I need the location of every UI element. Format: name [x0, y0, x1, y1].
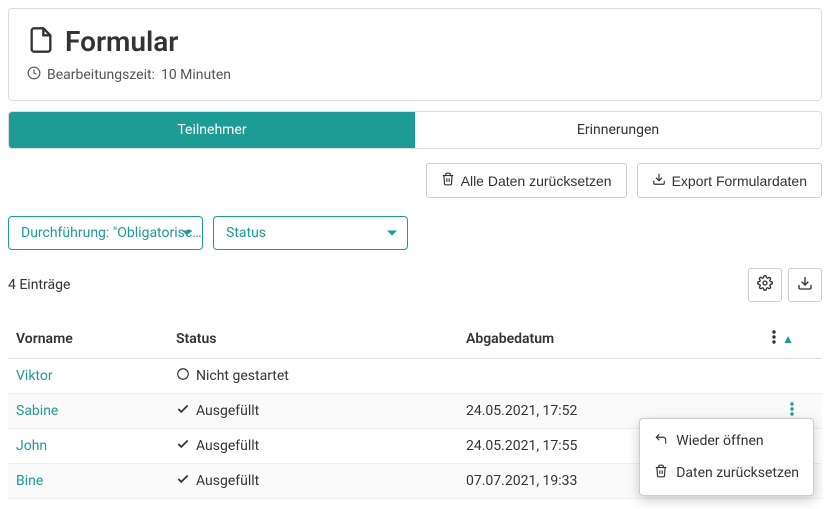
- check-icon: [176, 437, 190, 455]
- status-filter-label: Status: [226, 225, 266, 241]
- row-actions-button[interactable]: [790, 402, 794, 416]
- reset-all-button[interactable]: Alle Daten zurücksetzen: [426, 163, 627, 198]
- reset-all-label: Alle Daten zurücksetzen: [461, 173, 612, 189]
- tab-participants[interactable]: Teilnehmer: [9, 112, 415, 148]
- entry-count: 4 Einträge: [8, 277, 70, 293]
- col-submitted[interactable]: Abgabedatum: [458, 320, 742, 359]
- action-row: Alle Daten zurücksetzen Export Formulard…: [8, 163, 822, 198]
- execution-filter[interactable]: Durchführung: "Obligatorisc…: [8, 216, 203, 250]
- participant-name-link[interactable]: Bine: [16, 473, 43, 489]
- download-table-button[interactable]: [788, 268, 822, 302]
- submit-date: 24.05.2021, 17:55: [466, 438, 577, 454]
- settings-button[interactable]: [748, 268, 782, 302]
- tab-reminders[interactable]: Erinnerungen: [415, 112, 821, 148]
- download-icon: [797, 275, 813, 295]
- filter-row: Durchführung: "Obligatorisc… Status: [8, 216, 822, 250]
- participant-name-link[interactable]: Viktor: [16, 368, 53, 384]
- clock-icon: [27, 66, 41, 84]
- col-firstname[interactable]: Vorname: [8, 320, 168, 359]
- subtitle-prefix: Bearbeitungszeit:: [47, 67, 155, 83]
- execution-filter-label: Durchführung:: [21, 225, 109, 241]
- undo-icon: [654, 432, 668, 450]
- col-status[interactable]: Status: [168, 320, 458, 359]
- trash-icon: [441, 172, 455, 189]
- header-card: Formular Bearbeitungszeit: 10 Minuten: [8, 8, 822, 101]
- export-button[interactable]: Export Formulardaten: [637, 163, 822, 198]
- subtitle-value: 10 Minuten: [161, 67, 231, 83]
- status-filter[interactable]: Status: [213, 216, 408, 250]
- row-actions-menu: Wieder öffnen Daten zurücksetzen: [639, 418, 814, 496]
- more-icon: [772, 330, 776, 348]
- trash-icon: [654, 464, 668, 482]
- form-icon: [27, 26, 55, 58]
- status-label: Ausgefüllt: [196, 473, 259, 489]
- col-actions[interactable]: ▲: [742, 320, 822, 359]
- submit-date: 24.05.2021, 17:52: [466, 403, 577, 419]
- tabs: Teilnehmer Erinnerungen: [8, 111, 822, 149]
- submit-date: 07.07.2021, 19:33: [466, 473, 577, 489]
- check-icon: [176, 402, 190, 420]
- participant-name-link[interactable]: John: [16, 438, 47, 454]
- reset-item[interactable]: Daten zurücksetzen: [640, 457, 813, 489]
- circle-icon: [176, 367, 190, 385]
- download-icon: [652, 172, 666, 189]
- reset-label: Daten zurücksetzen: [676, 465, 799, 481]
- count-row: 4 Einträge: [8, 268, 822, 302]
- reopen-label: Wieder öffnen: [676, 433, 763, 449]
- gear-icon: [757, 275, 773, 295]
- check-icon: [176, 472, 190, 490]
- table-row: Viktor Nicht gestartet: [8, 359, 822, 394]
- status-label: Ausgefüllt: [196, 403, 259, 419]
- execution-filter-value: "Obligatorisc…: [113, 225, 202, 241]
- status-label: Ausgefüllt: [196, 438, 259, 454]
- reopen-item[interactable]: Wieder öffnen: [640, 425, 813, 457]
- page-title: Formular: [65, 25, 178, 58]
- sort-asc-icon: ▲: [782, 332, 794, 346]
- status-label: Nicht gestartet: [196, 368, 289, 384]
- participant-name-link[interactable]: Sabine: [16, 403, 58, 419]
- export-label: Export Formulardaten: [672, 173, 807, 189]
